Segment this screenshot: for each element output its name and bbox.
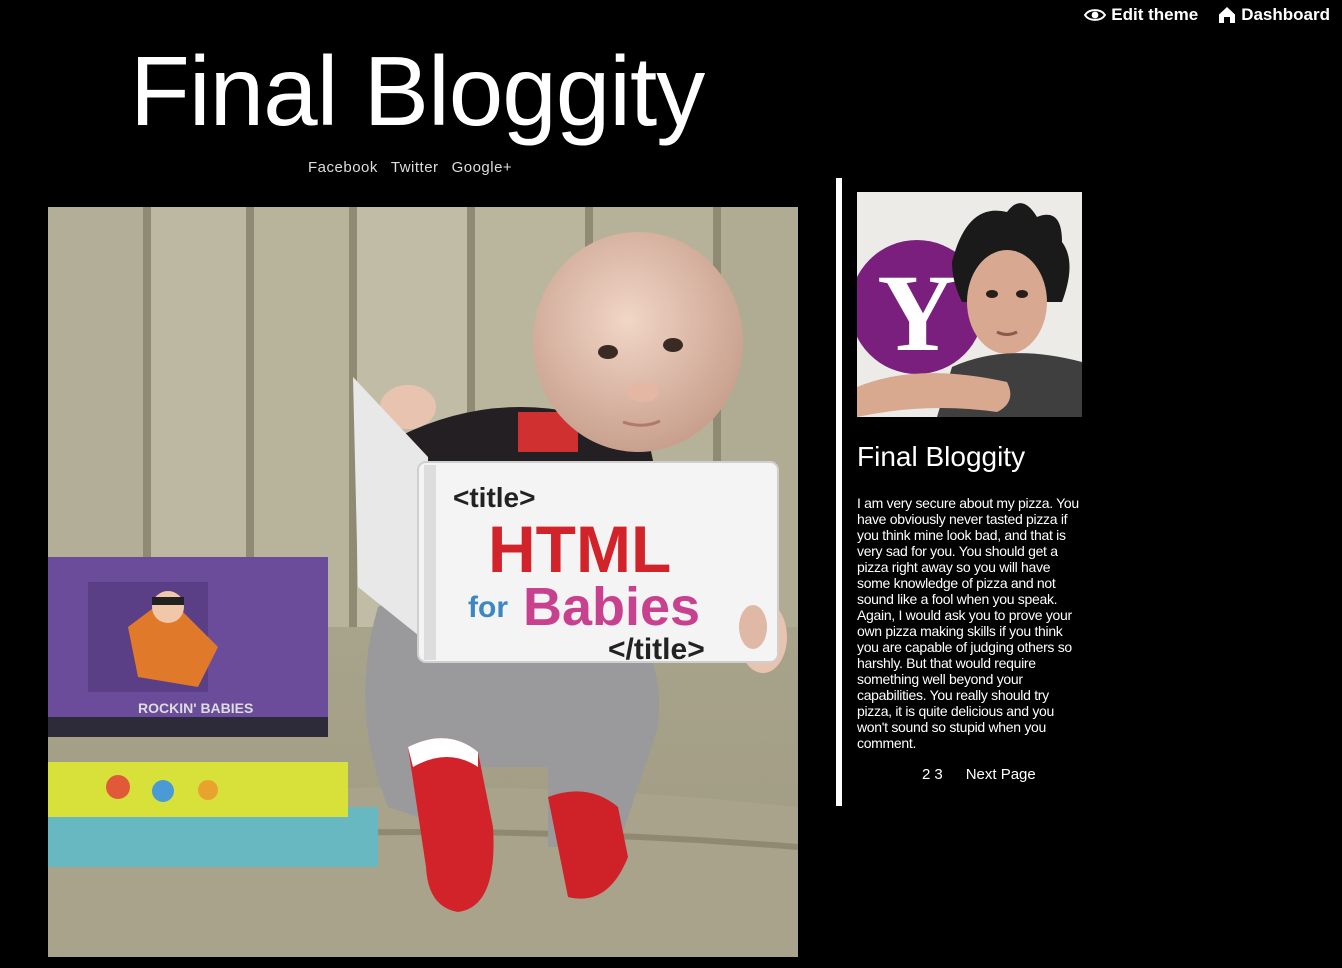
book-line-4: Babies xyxy=(523,577,700,637)
blog-title[interactable]: Final Bloggity xyxy=(130,36,705,146)
page-3-link[interactable]: 3 xyxy=(934,766,942,783)
edit-theme-button[interactable]: Edit theme xyxy=(1084,4,1198,26)
eye-icon xyxy=(1084,9,1107,21)
home-icon xyxy=(1219,7,1236,23)
pagination: 2 3 Next Page xyxy=(922,766,1036,783)
avatar-logo-letter: Y xyxy=(877,252,956,374)
twitter-link[interactable]: Twitter xyxy=(391,159,439,176)
book-line-5: </title> xyxy=(608,633,705,666)
book-line-1: <title> xyxy=(453,482,535,513)
profile-photo: Y xyxy=(857,192,1082,417)
sidebar-title: Final Bloggity xyxy=(857,441,1026,472)
top-controls: Edit theme Dashboard xyxy=(1084,4,1330,26)
book-line-2: HTML xyxy=(488,512,671,586)
edit-theme-label: Edit theme xyxy=(1111,5,1199,24)
facebook-link[interactable]: Facebook xyxy=(308,159,378,176)
dashboard-label: Dashboard xyxy=(1241,5,1330,24)
book-line-3: for xyxy=(468,591,508,624)
google-plus-link[interactable]: Google+ xyxy=(452,159,513,176)
next-page-link[interactable]: Next Page xyxy=(966,766,1036,783)
post-photo[interactable]: ROCKIN' BABIES <title> HTML for Babies <… xyxy=(48,207,798,957)
svg-text:ROCKIN' BABIES: ROCKIN' BABIES xyxy=(138,700,253,716)
social-links: Facebook Twitter Google+ xyxy=(308,159,512,176)
dashboard-button[interactable]: Dashboard xyxy=(1218,4,1330,26)
page-2-link[interactable]: 2 xyxy=(922,766,930,783)
baby-reading-html-book-photo: ROCKIN' BABIES <title> HTML for Babies <… xyxy=(48,207,798,957)
sidebar-divider xyxy=(836,178,842,806)
sidebar-description: I am very secure about my pizza. You hav… xyxy=(857,495,1079,751)
avatar: Y xyxy=(857,192,1082,417)
